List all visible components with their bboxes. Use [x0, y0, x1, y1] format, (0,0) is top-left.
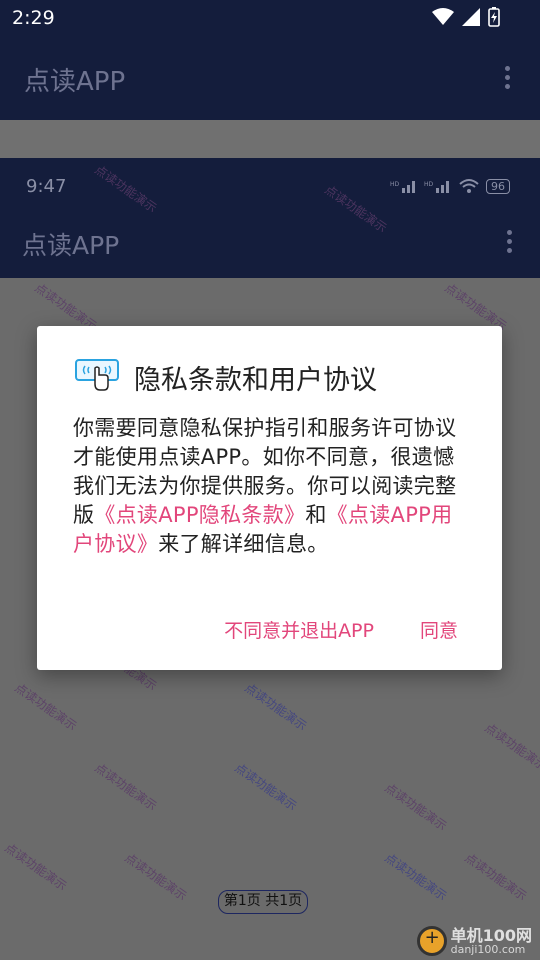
watermark: 点读功能演示 — [482, 720, 540, 774]
watermark: 点读功能演示 — [122, 850, 190, 904]
inner-app-title: 点读APP — [22, 231, 120, 260]
app-logo-icon — [75, 359, 119, 391]
svg-text:HD: HD — [424, 181, 434, 188]
dialog-body-and: 和 — [305, 503, 327, 527]
inner-status-bar: 9:47 HD HD 96 — [0, 158, 540, 212]
wifi-icon — [459, 179, 479, 193]
inner-status-time: 9:47 — [26, 176, 67, 197]
logo-icon — [416, 926, 447, 956]
watermark: 点读功能演示 — [242, 680, 310, 734]
privacy-dialog: 隐私条款和用户协议 你需要同意隐私保护指引和服务许可协议才能使用点读APP。如你… — [37, 326, 502, 670]
hd-signal-icon: HD — [390, 181, 415, 193]
battery-level: 96 — [486, 178, 510, 194]
logo-url: danji100.com — [450, 942, 526, 956]
dialog-actions: 不同意并退出APP 同意 — [224, 616, 458, 643]
app-bar: 点读APP — [0, 36, 540, 120]
battery-charging-icon — [488, 7, 500, 27]
watermark: 点读功能演示 — [382, 780, 450, 834]
app-title: 点读APP — [24, 67, 126, 97]
signal-icon — [462, 8, 480, 26]
watermark: 点读功能演示 — [92, 760, 160, 814]
inner-status-icons: HD HD 96 — [390, 178, 510, 194]
more-options-icon[interactable] — [504, 66, 510, 92]
site-logo: 单机100网 danji100.com — [416, 925, 532, 956]
logo-name: 单机100网 — [450, 925, 532, 945]
watermark: 点读功能演示 — [2, 840, 70, 894]
wifi-icon — [432, 8, 454, 25]
agree-button[interactable]: 同意 — [420, 616, 458, 643]
page-indicator: 第1页 共1页 — [218, 890, 308, 914]
watermark: 点读功能演示 — [232, 760, 300, 814]
privacy-terms-link[interactable]: 《点读APP隐私条款》 — [94, 503, 305, 527]
status-time: 2:29 — [12, 7, 55, 29]
watermark: 点读功能演示 — [12, 680, 80, 734]
hd-signal-icon-2: HD — [424, 181, 449, 193]
svg-text:HD: HD — [390, 181, 400, 188]
dialog-title: 隐私条款和用户协议 — [134, 365, 377, 396]
divider-band — [0, 120, 540, 158]
status-icons — [432, 7, 500, 27]
status-bar: 2:29 — [0, 0, 540, 36]
dialog-body: 你需要同意隐私保护指引和服务许可协议才能使用点读APP。如你不同意，很遗憾我们无… — [73, 414, 468, 559]
watermark: 点读功能演示 — [462, 850, 530, 904]
dialog-body-suffix: 来了解详细信息。 — [158, 532, 329, 556]
inner-app-bar: 点读APP — [0, 212, 540, 278]
inner-more-options-icon — [506, 230, 512, 256]
watermark: 点读功能演示 — [382, 850, 450, 904]
decline-exit-button[interactable]: 不同意并退出APP — [224, 616, 374, 643]
